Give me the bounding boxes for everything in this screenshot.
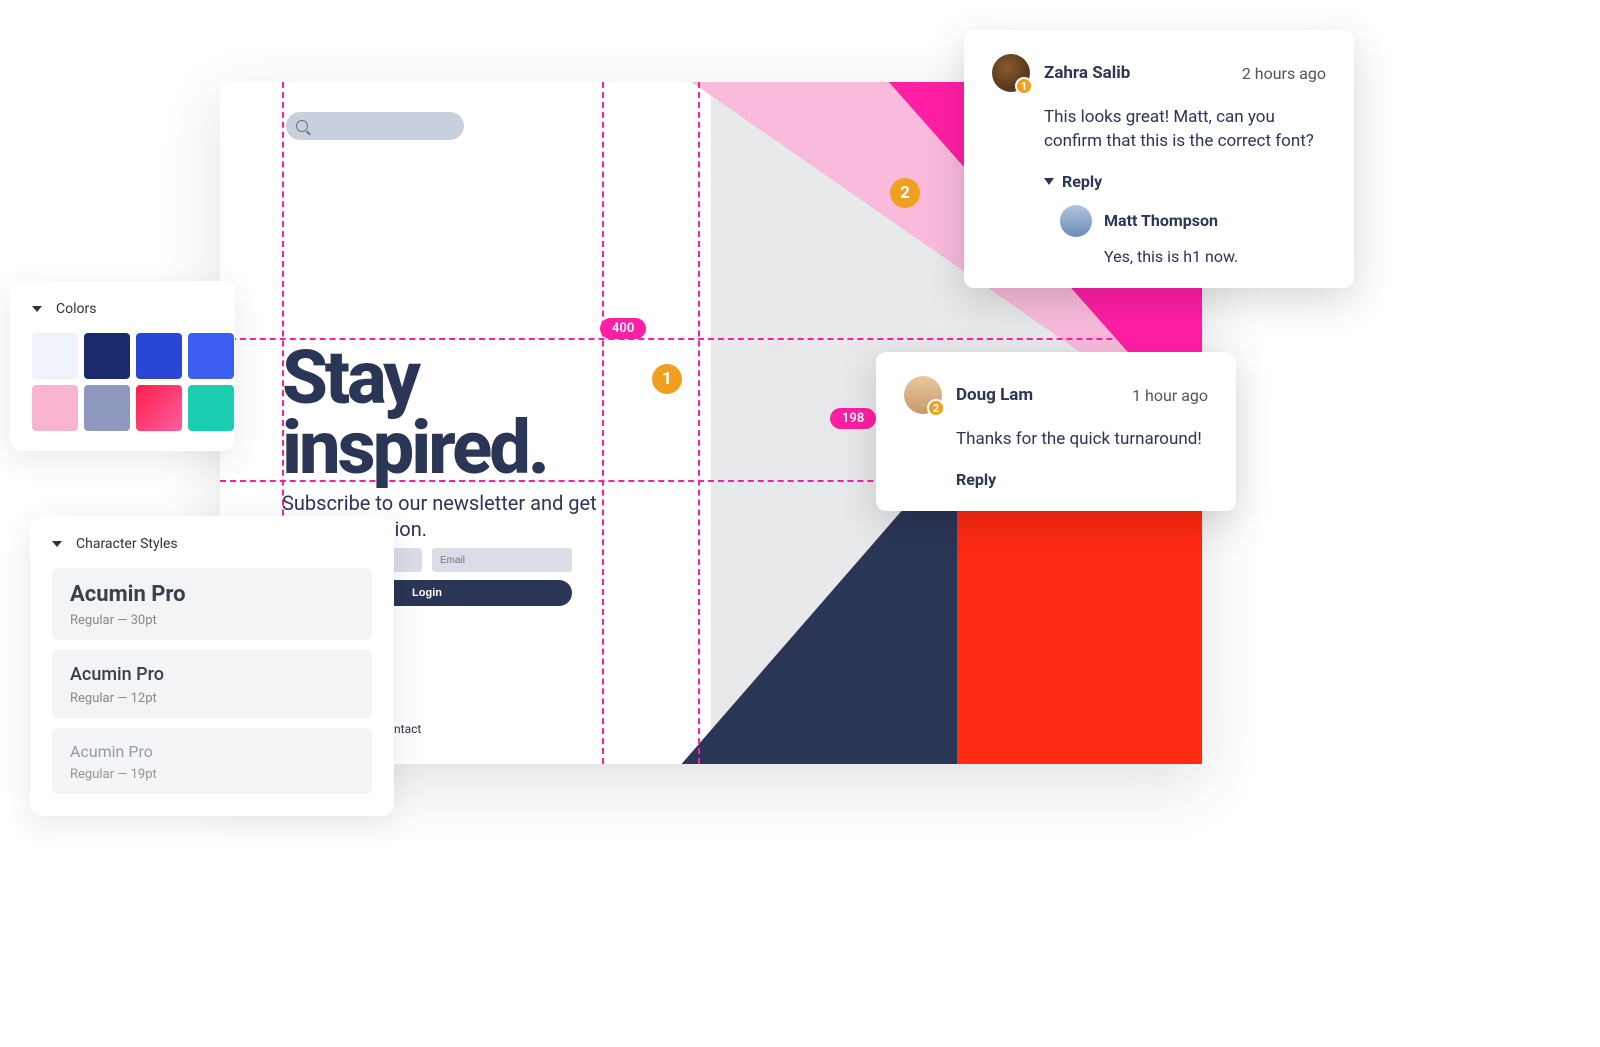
comment-header: 2 Doug Lam 1 hour ago — [904, 376, 1208, 414]
reply-body: Yes, this is h1 now. — [1104, 247, 1326, 266]
hero-title[interactable]: Stay inspired. — [282, 344, 547, 485]
color-swatch[interactable] — [32, 333, 78, 379]
color-swatch[interactable] — [136, 333, 182, 379]
character-style-item[interactable]: Acumin Pro Regular — 12pt — [52, 650, 372, 718]
comment-author: Doug Lam — [956, 385, 1118, 405]
search-input[interactable] — [286, 112, 464, 140]
character-style-item[interactable]: Acumin Pro Regular — 19pt — [52, 728, 372, 794]
avatar[interactable] — [1060, 205, 1092, 237]
comment-body: Thanks for the quick turnaround! — [956, 428, 1208, 452]
style-name: Acumin Pro — [70, 582, 354, 607]
reply-author: Matt Thompson — [1104, 211, 1218, 230]
guide-vertical — [602, 82, 604, 764]
panel-title: Colors — [56, 301, 96, 317]
guide-vertical — [698, 82, 700, 764]
chevron-down-icon — [32, 306, 42, 312]
avatar-badge: 1 — [1015, 77, 1033, 95]
email-field[interactable] — [432, 548, 572, 572]
comment-card[interactable]: 2 Doug Lam 1 hour ago Thanks for the qui… — [876, 352, 1236, 511]
comment-time: 2 hours ago — [1242, 64, 1326, 83]
measurement-badge: 198 — [830, 408, 876, 429]
swatch-grid — [32, 333, 213, 431]
style-meta: Regular — 30pt — [70, 613, 354, 628]
colors-panel[interactable]: Colors — [10, 281, 235, 451]
character-styles-panel[interactable]: Character Styles Acumin Pro Regular — 30… — [30, 516, 394, 816]
reply-button[interactable]: Reply — [956, 470, 1208, 489]
style-meta: Regular — 19pt — [70, 767, 354, 782]
search-icon — [296, 120, 308, 132]
color-swatch[interactable] — [84, 333, 130, 379]
avatar[interactable]: 2 — [904, 376, 942, 414]
color-swatch[interactable] — [136, 385, 182, 431]
color-swatch[interactable] — [188, 385, 234, 431]
color-swatch[interactable] — [32, 385, 78, 431]
reply-block: Matt Thompson Yes, this is h1 now. — [1060, 205, 1326, 266]
style-meta: Regular — 12pt — [70, 691, 354, 706]
panel-header[interactable]: Colors — [32, 301, 213, 317]
style-name: Acumin Pro — [70, 742, 354, 761]
shape-block-red — [957, 505, 1203, 764]
comment-body: This looks great! Matt, can you confirm … — [1044, 106, 1326, 154]
chevron-down-icon — [52, 541, 62, 547]
comment-card[interactable]: 1 Zahra Salib 2 hours ago This looks gre… — [964, 30, 1354, 288]
panel-header[interactable]: Character Styles — [52, 536, 372, 552]
color-swatch[interactable] — [188, 333, 234, 379]
comment-marker-2[interactable]: 2 — [890, 178, 920, 208]
character-style-item[interactable]: Acumin Pro Regular — 30pt — [52, 568, 372, 640]
avatar-badge: 2 — [927, 399, 945, 417]
comment-header: 1 Zahra Salib 2 hours ago — [992, 54, 1326, 92]
avatar[interactable]: 1 — [992, 54, 1030, 92]
hero-title-line1: Stay — [282, 344, 547, 414]
reply-toggle[interactable]: Reply — [1044, 172, 1326, 191]
measurement-badge: 400 — [600, 318, 646, 339]
panel-title: Character Styles — [76, 536, 178, 552]
comment-author: Zahra Salib — [1044, 63, 1228, 83]
triangle-down-icon — [1044, 178, 1054, 185]
color-swatch[interactable] — [84, 385, 130, 431]
comment-marker-1[interactable]: 1 — [652, 364, 682, 394]
comment-time: 1 hour ago — [1132, 386, 1208, 405]
style-name: Acumin Pro — [70, 664, 354, 685]
hero-title-line2: inspired. — [282, 414, 547, 484]
reply-label: Reply — [1062, 172, 1102, 191]
